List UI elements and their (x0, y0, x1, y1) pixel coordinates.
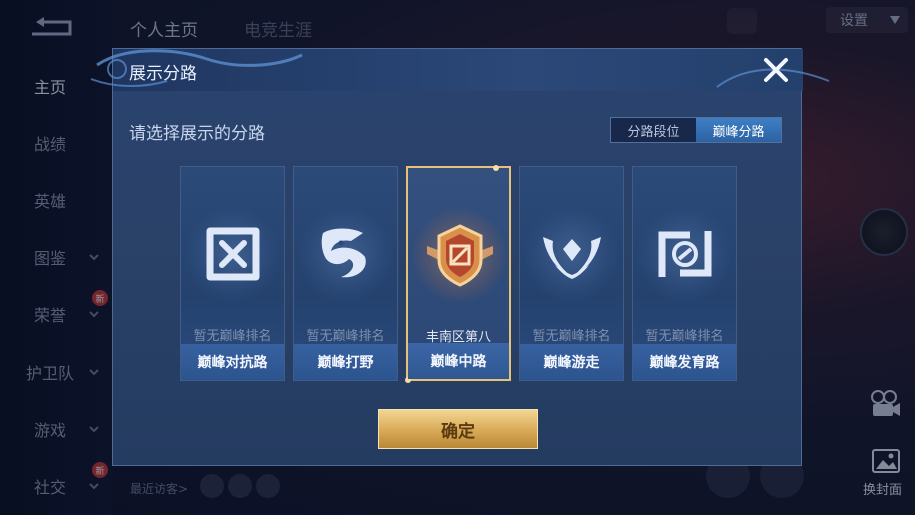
clash-lane-icon (206, 227, 260, 281)
card-lane-name: 巅峰中路 (408, 343, 509, 379)
cloud-swirl-decoration (90, 49, 303, 87)
dialog-subtitle: 请选择展示的分路 (129, 124, 265, 144)
lane-card-mid[interactable]: 丰南区第八 巅峰中路 (405, 165, 511, 383)
card-lane-name: 巅峰发育路 (633, 344, 736, 380)
lane-card-clash[interactable]: 暂无巅峰排名 巅峰对抗路 (180, 166, 285, 381)
confirm-button[interactable]: 确定 (378, 409, 538, 449)
card-rank: 暂无巅峰排名 (306, 329, 385, 344)
card-rank: 暂无巅峰排名 (193, 329, 272, 344)
farm-lane-icon (658, 231, 712, 277)
mid-lane-badge-icon (427, 224, 493, 287)
close-icon[interactable] (761, 55, 791, 85)
lane-segment-control: 分路段位 巅峰分路 (610, 117, 782, 143)
tab-lane-rank[interactable]: 分路段位 (611, 118, 696, 142)
card-lane-name: 巅峰游走 (520, 344, 623, 380)
lane-display-dialog: 展示分路 请选择展示的分路 分路段位 巅峰分路 暂无巅峰排名 巅峰对抗路 暂无巅… (90, 48, 830, 466)
lane-card-jungle[interactable]: 暂无巅峰排名 巅峰打野 (293, 166, 398, 381)
selection-corner-dot (493, 165, 499, 171)
lane-card-roam[interactable]: 暂无巅峰排名 巅峰游走 (519, 166, 624, 381)
roam-icon (543, 237, 601, 279)
jungle-icon (321, 228, 366, 278)
card-rank: 暂无巅峰排名 (645, 329, 724, 344)
tab-peak-lane[interactable]: 巅峰分路 (696, 118, 781, 142)
card-lane-name: 巅峰打野 (294, 344, 397, 380)
dialog-title: 展示分路 (129, 64, 197, 84)
lane-card-farm[interactable]: 暂无巅峰排名 巅峰发育路 (632, 166, 737, 381)
card-rank: 暂无巅峰排名 (532, 329, 611, 344)
card-lane-name: 巅峰对抗路 (181, 344, 284, 380)
